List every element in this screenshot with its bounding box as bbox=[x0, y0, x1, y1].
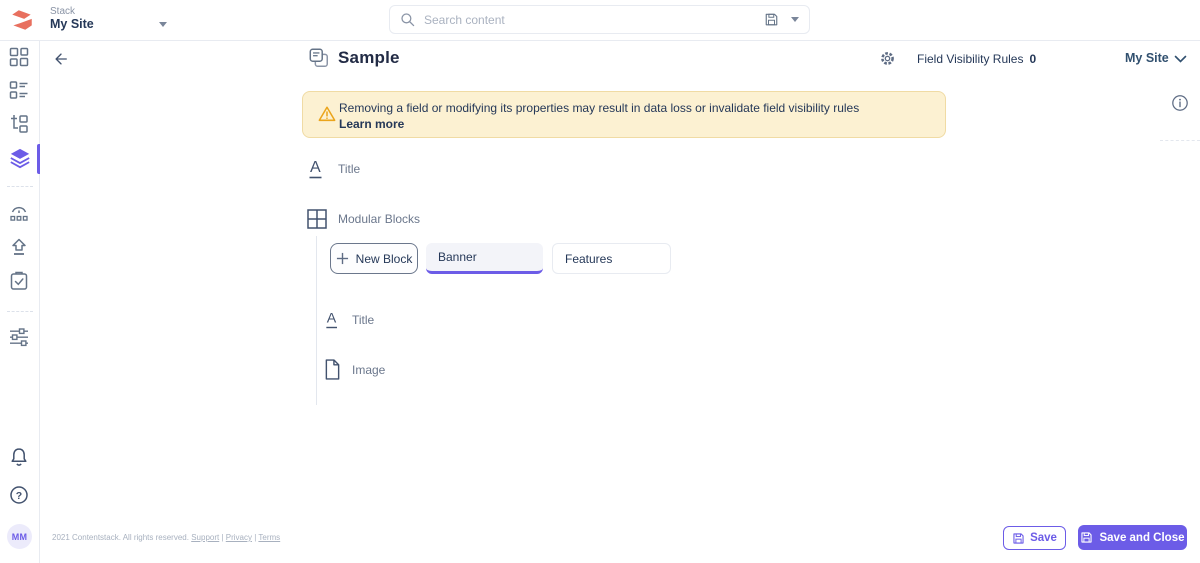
publish-queue-icon[interactable] bbox=[9, 237, 31, 259]
warning-triangle-icon bbox=[318, 105, 336, 123]
modular-blocks-icon bbox=[307, 209, 327, 229]
search-icon bbox=[400, 12, 416, 28]
notifications-bell-icon[interactable] bbox=[9, 447, 31, 469]
content-type-title-group: Sample bbox=[308, 47, 400, 69]
content-models-icon[interactable] bbox=[9, 114, 31, 136]
field-modular-blocks-label: Modular Blocks bbox=[338, 212, 420, 226]
entries-icon[interactable] bbox=[9, 80, 31, 102]
field-title[interactable]: A Title bbox=[308, 156, 360, 181]
content-type-icon bbox=[308, 47, 330, 69]
field-title-label: Title bbox=[338, 162, 360, 176]
new-block-button[interactable]: New Block bbox=[330, 243, 418, 274]
block-tab-label: Banner bbox=[438, 250, 477, 264]
text-field-icon: A bbox=[308, 156, 326, 181]
sidebar-divider bbox=[7, 311, 33, 312]
active-nav-indicator bbox=[37, 144, 40, 174]
block-tab-banner[interactable]: Banner bbox=[426, 243, 543, 274]
footer-separator: | bbox=[254, 533, 256, 542]
file-icon bbox=[324, 358, 341, 381]
banner-field-image[interactable]: Image bbox=[324, 358, 385, 381]
footer-copyright: 2021 Contentstack. All rights reserved. … bbox=[52, 533, 280, 542]
branch-selector[interactable]: My Site bbox=[1125, 51, 1169, 65]
field-visibility-rules-link[interactable]: Field Visibility Rules 0 bbox=[917, 52, 1036, 66]
stack-layers-icon-active[interactable] bbox=[9, 147, 31, 169]
stack-label: Stack bbox=[50, 6, 75, 17]
info-icon[interactable] bbox=[1171, 94, 1189, 112]
saved-search-icon[interactable] bbox=[764, 12, 779, 27]
tasks-icon[interactable] bbox=[9, 271, 31, 293]
stack-selector[interactable]: My Site bbox=[50, 17, 94, 31]
support-link[interactable]: Support bbox=[191, 533, 219, 542]
banner-field-title[interactable]: A Title bbox=[325, 307, 374, 332]
text-field-icon: A bbox=[325, 307, 341, 332]
banner-field-image-label: Image bbox=[352, 363, 385, 377]
new-block-label: New Block bbox=[356, 252, 413, 266]
sidebar-divider bbox=[7, 186, 33, 187]
gear-icon[interactable] bbox=[879, 50, 896, 67]
panel-divider bbox=[1160, 140, 1200, 141]
left-sidebar: ? MM bbox=[0, 41, 40, 563]
svg-text:?: ? bbox=[16, 490, 22, 502]
dashboard-icon[interactable] bbox=[9, 47, 31, 69]
field-visibility-rules-label: Field Visibility Rules bbox=[917, 52, 1023, 66]
svg-text:A: A bbox=[327, 311, 337, 327]
save-button-label: Save bbox=[1030, 532, 1057, 544]
save-floppy-icon bbox=[1012, 532, 1025, 545]
save-and-close-button-label: Save and Close bbox=[1099, 532, 1184, 544]
block-tab-label: Features bbox=[565, 252, 612, 266]
field-visibility-rules-count: 0 bbox=[1029, 52, 1036, 66]
stack-caret-down-icon[interactable] bbox=[159, 22, 167, 27]
help-icon[interactable]: ? bbox=[9, 485, 31, 507]
schema-tree-line bbox=[316, 236, 317, 405]
releases-icon[interactable] bbox=[9, 202, 31, 224]
block-tab-features[interactable]: Features bbox=[552, 243, 671, 274]
top-bar: Stack My Site bbox=[0, 0, 1200, 41]
user-avatar[interactable]: MM bbox=[7, 524, 32, 549]
svg-text:A: A bbox=[310, 159, 321, 176]
plus-icon bbox=[336, 252, 349, 265]
privacy-link[interactable]: Privacy bbox=[226, 533, 252, 542]
copyright-text: 2021 Contentstack. All rights reserved. bbox=[52, 533, 189, 542]
banner-field-title-label: Title bbox=[352, 313, 374, 327]
warning-banner: Removing a field or modifying its proper… bbox=[302, 91, 946, 138]
search-input[interactable] bbox=[424, 13, 760, 27]
page-title: Sample bbox=[338, 48, 400, 68]
footer-separator: | bbox=[221, 533, 223, 542]
save-floppy-icon bbox=[1080, 531, 1093, 544]
settings-icon[interactable] bbox=[9, 327, 31, 349]
chevron-down-icon[interactable] bbox=[1174, 55, 1187, 64]
back-arrow-icon[interactable] bbox=[52, 50, 70, 68]
save-button[interactable]: Save bbox=[1003, 526, 1066, 550]
app-window: Stack My Site bbox=[0, 0, 1200, 563]
search-bar[interactable] bbox=[389, 5, 810, 34]
field-modular-blocks[interactable]: Modular Blocks bbox=[307, 209, 420, 229]
save-and-close-button[interactable]: Save and Close bbox=[1078, 525, 1187, 550]
warning-message: Removing a field or modifying its proper… bbox=[339, 101, 859, 115]
learn-more-link[interactable]: Learn more bbox=[339, 117, 404, 131]
contentstack-logo-icon[interactable] bbox=[9, 7, 35, 33]
search-options-caret-icon[interactable] bbox=[791, 17, 799, 22]
terms-link[interactable]: Terms bbox=[258, 533, 280, 542]
